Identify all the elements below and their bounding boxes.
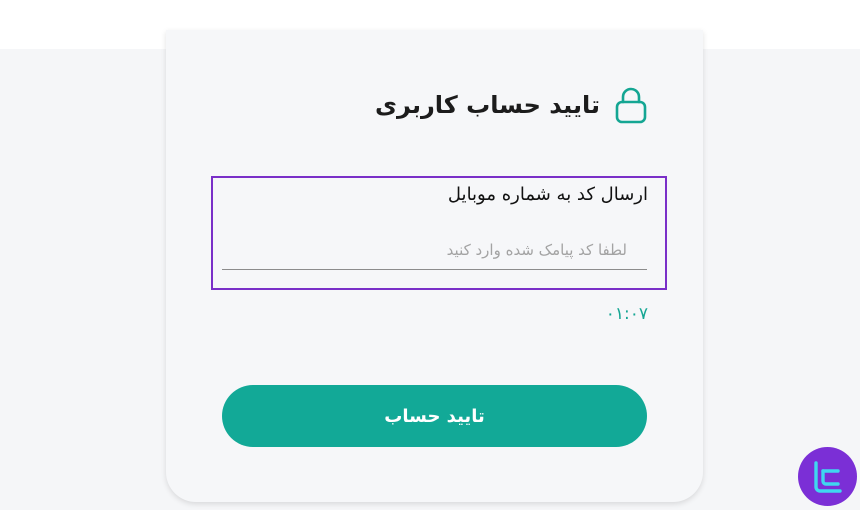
page-title: تایید حساب کاربری bbox=[375, 91, 600, 119]
card-header: تایید حساب کاربری bbox=[375, 86, 648, 124]
tc-logo-icon bbox=[813, 460, 842, 493]
confirm-account-button[interactable]: تایید حساب bbox=[222, 385, 647, 447]
brand-badge[interactable] bbox=[798, 447, 857, 506]
code-field-label: ارسال کد به شماره موبایل bbox=[447, 184, 648, 205]
verification-code-input[interactable] bbox=[222, 230, 647, 270]
verification-card: تایید حساب کاربری ارسال کد به شماره موبا… bbox=[166, 30, 703, 502]
lock-icon bbox=[614, 86, 648, 124]
countdown-timer: ۰۱:۰۷ bbox=[605, 304, 648, 324]
